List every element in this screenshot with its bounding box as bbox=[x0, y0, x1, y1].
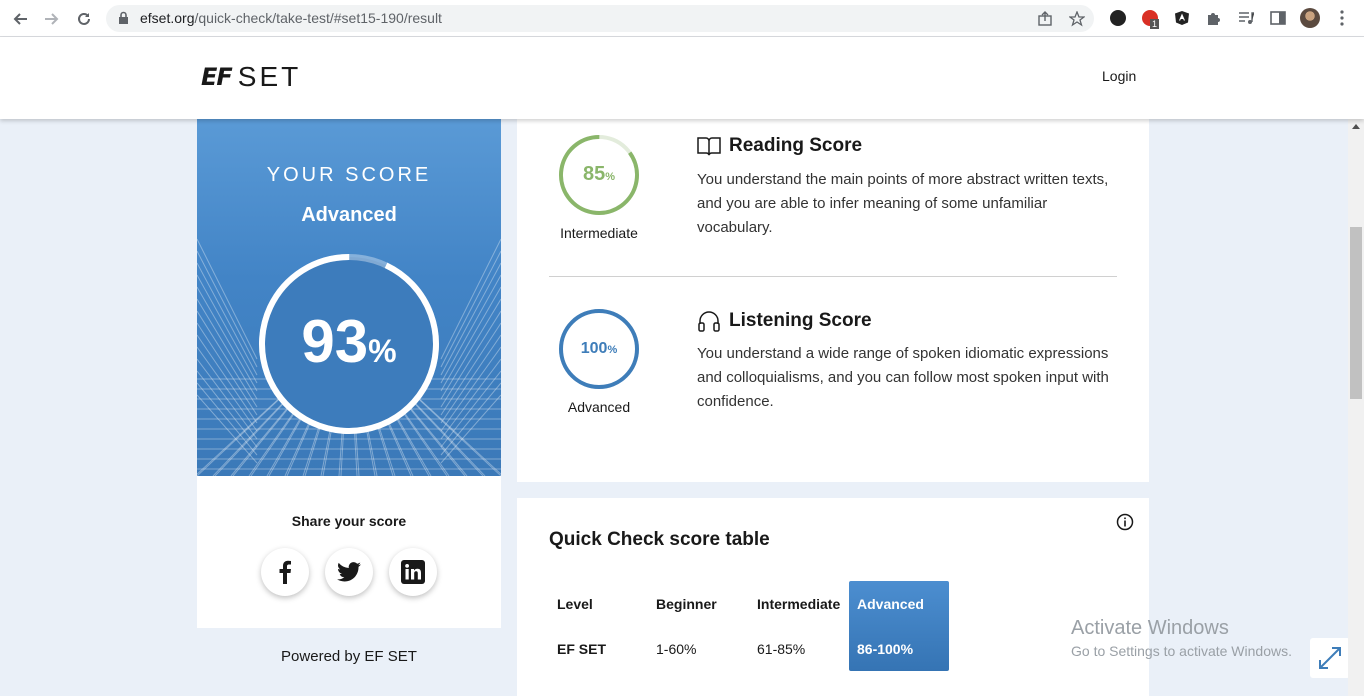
reading-title: Reading Score bbox=[697, 135, 862, 157]
overall-score-value: 93% bbox=[301, 308, 397, 375]
reading-level: Intermediate bbox=[560, 225, 638, 241]
scroll-up-arrow[interactable] bbox=[1352, 124, 1360, 129]
skills-card: 85% Intermediate Reading Score You under… bbox=[517, 119, 1149, 482]
side-panel-icon[interactable] bbox=[1268, 8, 1288, 28]
bookmark-star-icon[interactable] bbox=[1068, 10, 1086, 28]
table-header-advanced: Advanced bbox=[857, 596, 924, 612]
headphones-icon bbox=[698, 311, 720, 332]
share-card: Share your score bbox=[197, 476, 501, 628]
logo-ef: EF bbox=[201, 63, 233, 91]
site-header: EF SET Login bbox=[0, 37, 1364, 119]
facebook-icon bbox=[279, 560, 291, 584]
forward-icon[interactable] bbox=[41, 8, 63, 30]
watermark-line1: Activate Windows bbox=[1071, 617, 1229, 639]
table-header-level: Level bbox=[557, 596, 593, 612]
overall-score-card: YOUR SCORE Advanced 93% bbox=[197, 119, 501, 476]
advanced-column-highlight bbox=[849, 581, 949, 671]
reading-score-value: 85% bbox=[582, 163, 616, 185]
lock-icon bbox=[119, 11, 128, 24]
table-cell-efset: EF SET bbox=[557, 641, 607, 657]
angular-extension-icon[interactable] bbox=[1172, 8, 1192, 28]
address-bar[interactable]: efset.org/quick-check/take-test/#set15-1… bbox=[106, 5, 1094, 32]
watermark-line2: Go to Settings to activate Windows. bbox=[1071, 643, 1292, 659]
info-icon[interactable] bbox=[1116, 513, 1134, 531]
linkedin-icon bbox=[401, 560, 425, 584]
activate-windows-watermark: Activate Windows Go to Settings to activ… bbox=[1071, 617, 1292, 659]
table-header-intermediate: Intermediate bbox=[757, 596, 841, 612]
browser-toolbar: efset.org/quick-check/take-test/#set15-1… bbox=[0, 0, 1364, 37]
extension-icon[interactable] bbox=[1108, 8, 1128, 28]
menu-kebab-icon[interactable] bbox=[1332, 8, 1352, 28]
listening-level: Advanced bbox=[567, 399, 631, 415]
ef-set-logo[interactable]: EF SET bbox=[201, 61, 302, 92]
logo-set: SET bbox=[237, 61, 302, 92]
adblock-extension-icon[interactable]: 1 bbox=[1140, 8, 1160, 29]
score-table-title: Quick Check score table bbox=[549, 529, 770, 550]
linkedin-share-button[interactable] bbox=[389, 548, 437, 596]
divider bbox=[549, 276, 1117, 277]
table-cell-intermediate-range: 61-85% bbox=[757, 641, 806, 657]
expand-icon[interactable] bbox=[1310, 638, 1350, 678]
listening-title: Listening Score bbox=[697, 309, 872, 333]
back-icon[interactable] bbox=[9, 8, 31, 30]
page-scrollbar[interactable] bbox=[1348, 119, 1364, 696]
login-link[interactable]: Login bbox=[1102, 68, 1136, 84]
table-cell-beginner-range: 1-60% bbox=[656, 641, 697, 657]
reload-icon[interactable] bbox=[73, 8, 95, 30]
url-text: efset.org/quick-check/take-test/#set15-1… bbox=[140, 10, 442, 26]
twitter-icon bbox=[337, 562, 361, 582]
scroll-thumb[interactable] bbox=[1350, 227, 1362, 399]
reading-description: You understand the main points of more a… bbox=[697, 171, 1109, 236]
powered-by: Powered by EF SET bbox=[281, 648, 417, 665]
profile-avatar[interactable] bbox=[1300, 8, 1320, 28]
table-cell-advanced-range: 86-100% bbox=[857, 641, 914, 657]
your-score-heading: YOUR SCORE bbox=[266, 164, 432, 186]
media-control-icon[interactable] bbox=[1236, 8, 1256, 28]
share-title: Share your score bbox=[291, 513, 407, 529]
listening-description: You understand a wide range of spoken id… bbox=[697, 345, 1109, 410]
twitter-share-button[interactable] bbox=[325, 548, 373, 596]
score-table-card: Quick Check score table Level Beginner I… bbox=[517, 498, 1149, 696]
overall-level: Advanced bbox=[301, 204, 397, 226]
listening-score-value: 100% bbox=[580, 340, 618, 357]
puzzle-icon[interactable] bbox=[1204, 8, 1224, 28]
share-page-icon[interactable] bbox=[1036, 10, 1054, 28]
table-header-beginner: Beginner bbox=[656, 596, 717, 612]
facebook-share-button[interactable] bbox=[261, 548, 309, 596]
book-icon bbox=[697, 137, 721, 156]
